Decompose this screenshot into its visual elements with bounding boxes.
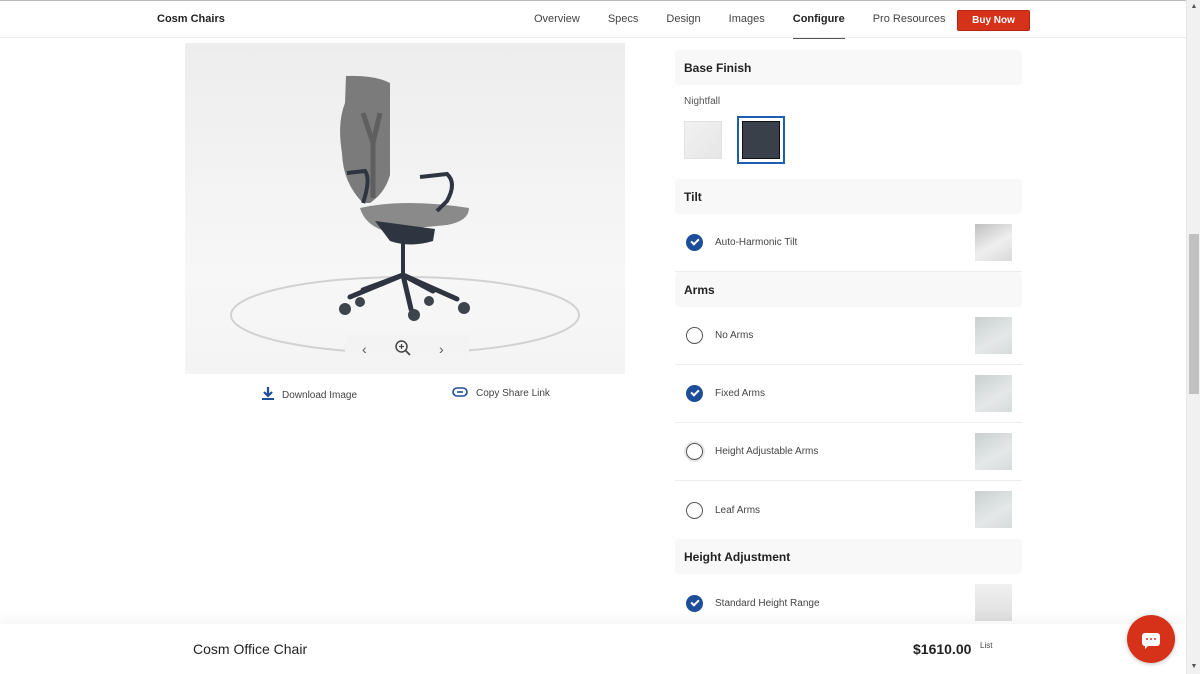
copy-share-link-label: Copy Share Link (476, 388, 550, 399)
option-thumbnail (975, 433, 1012, 470)
option-height-adjustable-arms[interactable]: Height Adjustable Arms (675, 423, 1022, 481)
product-viewer[interactable]: ‹ › (185, 43, 625, 374)
scroll-up-arrow-icon[interactable]: ▲ (1187, 0, 1200, 14)
chevron-left-icon[interactable]: ‹ (362, 341, 367, 357)
option-label: Fixed Arms (715, 388, 766, 399)
nav-overview[interactable]: Overview (520, 1, 594, 39)
top-nav: Cosm Chairs Overview Specs Design Images… (0, 0, 1186, 39)
nav-links: Overview Specs Design Images Configure P… (520, 1, 959, 39)
swatch-nightfall[interactable] (737, 116, 785, 164)
option-label: Leaf Arms (715, 504, 761, 516)
option-thumbnail (975, 584, 1012, 621)
chair-backrest (340, 75, 390, 203)
nav-design[interactable]: Design (652, 1, 714, 39)
selected-finish-name: Nightfall (684, 96, 721, 107)
chair-base (347, 272, 460, 312)
radio-icon[interactable] (686, 443, 703, 460)
product-name: Cosm Office Chair (193, 641, 308, 657)
scroll-down-arrow-icon[interactable]: ▼ (1187, 660, 1200, 674)
scrollbar-thumb[interactable] (1189, 234, 1199, 394)
chat-icon (1142, 632, 1160, 649)
viewer-actions: Download Image Copy Share Link (0, 387, 660, 407)
section-header-arms: Arms (675, 272, 1022, 307)
check-icon[interactable] (686, 234, 703, 251)
page-scrollbar[interactable]: ▲ ▼ (1186, 0, 1200, 674)
radio-icon[interactable] (686, 501, 703, 519)
section-header-base-finish: Base Finish (675, 50, 1022, 85)
option-thumbnail (975, 224, 1012, 261)
radio-icon[interactable] (686, 327, 703, 344)
check-icon[interactable] (686, 385, 703, 402)
copy-share-link-button[interactable]: Copy Share Link (452, 387, 550, 400)
nav-images[interactable]: Images (715, 1, 779, 39)
option-thumbnail (975, 317, 1012, 354)
buy-now-button[interactable]: Buy Now (957, 10, 1030, 31)
product-price: $1610.00 (913, 641, 972, 657)
option-label: Standard Height Range (715, 597, 820, 609)
chair-column (401, 243, 405, 273)
chat-button[interactable] (1127, 615, 1175, 663)
section-header-tilt: Tilt (675, 179, 1022, 214)
finish-swatches (675, 116, 1022, 179)
product-footer-bar: Cosm Office Chair $1610.00 List (0, 624, 1186, 674)
option-label: No Arms (715, 330, 754, 341)
option-auto-harmonic-tilt[interactable]: Auto-Harmonic Tilt (675, 214, 1022, 272)
link-icon (452, 387, 468, 400)
option-leaf-arms[interactable]: Leaf Arms (675, 481, 1022, 539)
chair-casters (339, 296, 470, 321)
option-label: Auto-Harmonic Tilt (715, 237, 798, 248)
swatch-nightfall-color (742, 121, 780, 159)
download-image-button[interactable]: Download Image (262, 387, 357, 403)
page: Cosm Chairs Overview Specs Design Images… (0, 0, 1200, 674)
chevron-right-icon[interactable]: › (439, 341, 444, 357)
option-fixed-arms[interactable]: Fixed Arms (675, 365, 1022, 423)
option-thumbnail (975, 375, 1012, 412)
section-header-height-adjustment: Height Adjustment (675, 539, 1022, 574)
swatch-white[interactable] (684, 121, 722, 159)
download-icon (262, 387, 274, 403)
option-no-arms[interactable]: No Arms (675, 307, 1022, 365)
price-type-label: List (980, 641, 993, 650)
nav-configure[interactable]: Configure (779, 1, 859, 39)
nav-specs[interactable]: Specs (594, 1, 653, 39)
option-label: Height Adjustable Arms (715, 446, 819, 457)
check-icon[interactable] (686, 594, 703, 612)
config-panel: Base Finish Nightfall Tilt Auto-Harmonic… (675, 50, 1022, 632)
brand-title[interactable]: Cosm Chairs (157, 13, 225, 25)
option-thumbnail (975, 491, 1012, 528)
chair-render (230, 75, 580, 359)
download-image-label: Download Image (282, 389, 358, 401)
nav-pro-resources[interactable]: Pro Resources (859, 1, 960, 39)
